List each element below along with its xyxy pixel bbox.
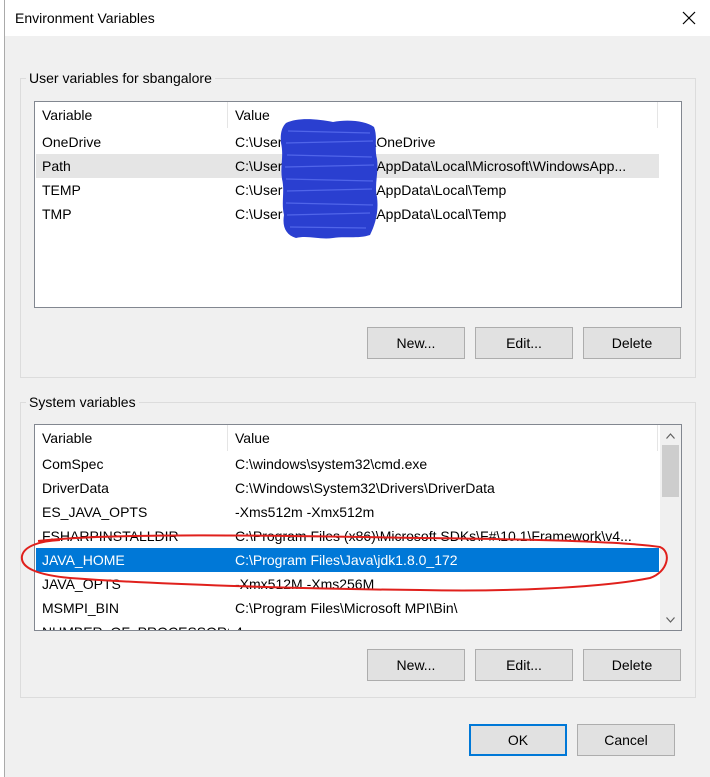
variable-value: 4 bbox=[229, 620, 659, 630]
variable-value: C:\Program Files (x86)\Microsoft SDKs\F#… bbox=[235, 528, 632, 544]
cancel-button[interactable]: Cancel bbox=[577, 724, 675, 756]
variable-value: C:\Windows\System32\Drivers\DriverData bbox=[235, 480, 495, 496]
column-header-variable[interactable]: Variable bbox=[35, 425, 228, 451]
system-edit-button[interactable]: Edit... bbox=[475, 649, 573, 681]
variable-name: OneDrive bbox=[42, 134, 102, 150]
variable-name: JAVA_OPTS bbox=[42, 576, 121, 592]
variable-name: TEMP bbox=[42, 182, 81, 198]
user-edit-button[interactable]: Edit... bbox=[475, 327, 573, 359]
close-button[interactable] bbox=[669, 2, 709, 34]
variable-value: C:\Program Files\Microsoft MPI\Bin\ bbox=[235, 600, 458, 616]
list-item[interactable]: ES_JAVA_OPTS -Xms512m -Xmx512m bbox=[36, 500, 659, 524]
user-variables-label: User variables for sbangalore bbox=[26, 70, 215, 86]
list-item[interactable]: FSHARPINSTALLDIR C:\Program Files (x86)\… bbox=[36, 524, 659, 548]
chevron-down-icon[interactable] bbox=[660, 611, 681, 628]
user-delete-button[interactable]: Delete bbox=[583, 327, 681, 359]
variable-name: ComSpec bbox=[42, 456, 104, 472]
variable-value: C:\Program Files\Java\jdk1.8.0_172 bbox=[235, 552, 458, 568]
variable-value: C:\windows\system32\cmd.exe bbox=[235, 456, 428, 472]
list-item[interactable]: MSMPI_BIN C:\Program Files\Microsoft MPI… bbox=[36, 596, 659, 620]
variable-name: NUMBER_OF_PROCESSORS bbox=[36, 620, 229, 630]
list-item[interactable]: JAVA_OPTS -Xmx512M -Xms256M bbox=[36, 572, 659, 596]
variable-value: -Xmx512M -Xms256M bbox=[235, 576, 375, 592]
chevron-up-icon[interactable] bbox=[660, 427, 681, 444]
list-item[interactable]: NUMBER_OF_PROCESSORS 4 bbox=[36, 620, 659, 630]
variable-name: MSMPI_BIN bbox=[42, 600, 120, 616]
close-icon bbox=[682, 11, 696, 25]
column-header-variable[interactable]: Variable bbox=[35, 102, 228, 128]
variable-name: TMP bbox=[42, 206, 72, 222]
redaction-scribble bbox=[280, 119, 378, 239]
variable-name: DriverData bbox=[42, 480, 109, 496]
list-item[interactable]: DriverData C:\Windows\System32\Drivers\D… bbox=[36, 476, 659, 500]
variable-name: JAVA_HOME bbox=[42, 552, 125, 568]
list-item-selected[interactable]: JAVA_HOME C:\Program Files\Java\jdk1.8.0… bbox=[36, 548, 659, 572]
scrollbar-thumb[interactable] bbox=[662, 445, 679, 497]
system-list-scrollbar[interactable] bbox=[660, 425, 681, 630]
system-variables-label: System variables bbox=[26, 394, 139, 410]
system-list-header: Variable Value bbox=[35, 425, 681, 451]
user-new-button[interactable]: New... bbox=[367, 327, 465, 359]
variable-name: ES_JAVA_OPTS bbox=[42, 504, 148, 520]
user-list-scrollbar[interactable] bbox=[660, 102, 681, 307]
system-variables-list[interactable]: Variable Value ComSpec C:\windows\system… bbox=[34, 424, 682, 631]
variable-name: Path bbox=[42, 158, 71, 174]
column-header-value[interactable]: Value bbox=[228, 425, 658, 451]
variable-value: -Xms512m -Xmx512m bbox=[235, 504, 375, 520]
ok-button[interactable]: OK bbox=[469, 724, 567, 756]
list-item[interactable]: ComSpec C:\windows\system32\cmd.exe bbox=[36, 452, 659, 476]
system-new-button[interactable]: New... bbox=[367, 649, 465, 681]
variable-name: FSHARPINSTALLDIR bbox=[42, 528, 179, 544]
title-bar: Environment Variables bbox=[5, 0, 710, 36]
window-title: Environment Variables bbox=[15, 10, 155, 26]
system-delete-button[interactable]: Delete bbox=[583, 649, 681, 681]
